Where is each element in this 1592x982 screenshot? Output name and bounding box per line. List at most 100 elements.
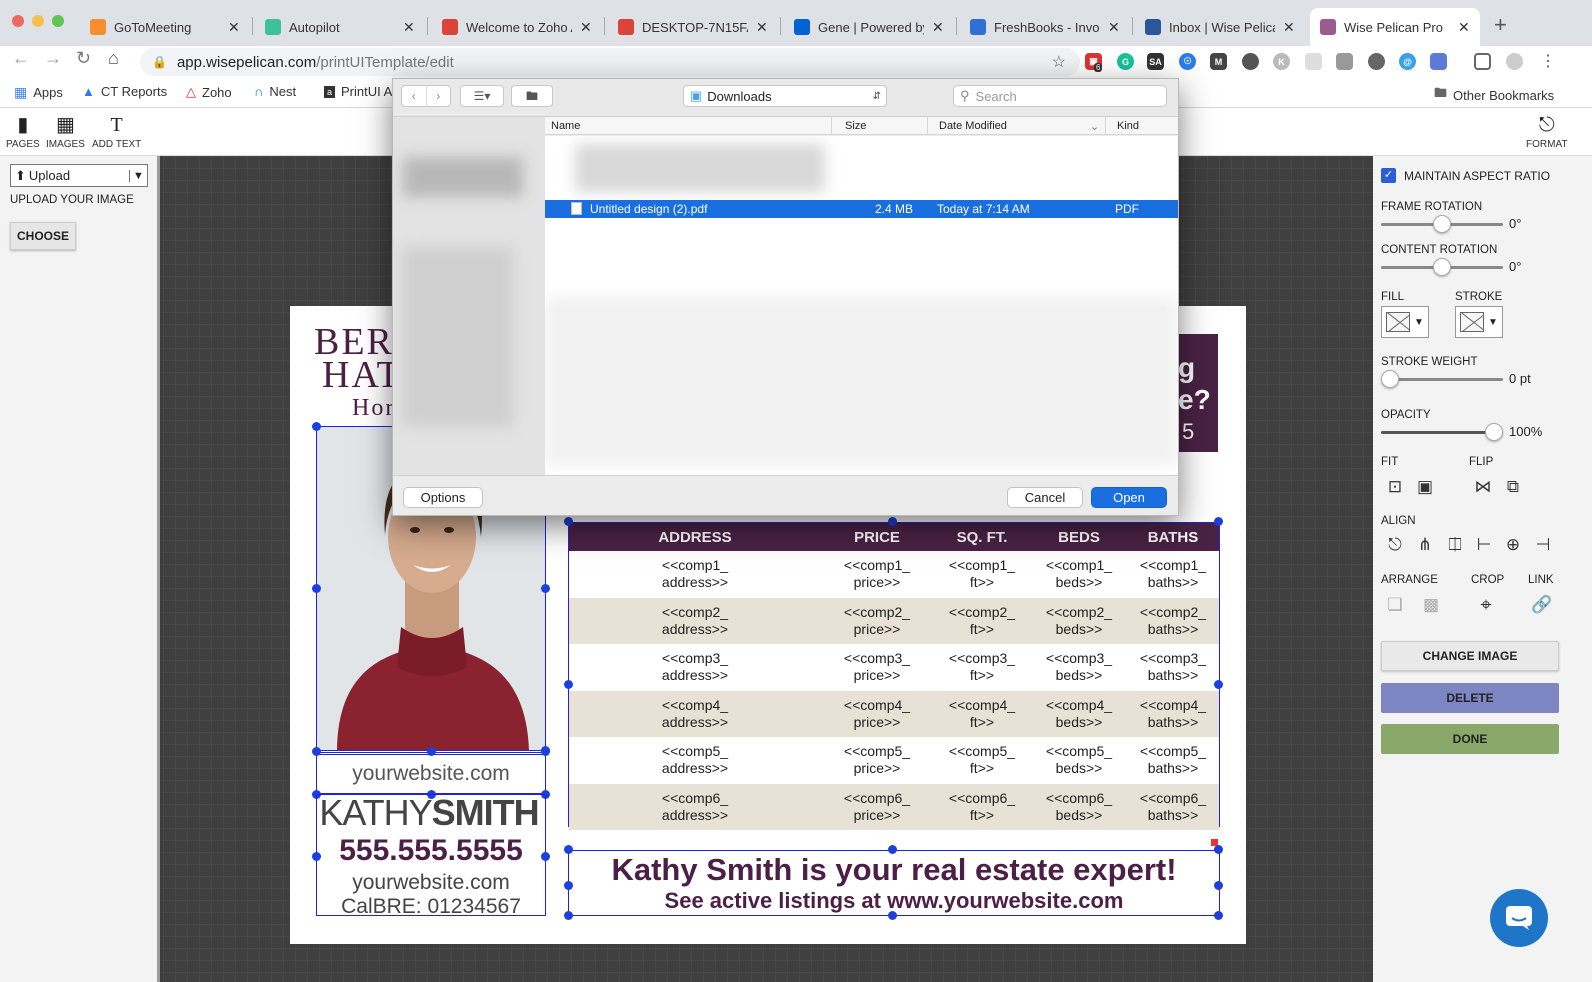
link-label: LINK: [1528, 574, 1554, 586]
tab-close-icon[interactable]: ✕: [932, 19, 944, 36]
flip-horizontal-icon[interactable]: ⋈: [1471, 475, 1495, 499]
tab-close-icon[interactable]: ✕: [580, 19, 592, 36]
k-extension-icon[interactable]: K: [1273, 53, 1290, 70]
align-middle-icon[interactable]: ⋔: [1413, 533, 1437, 557]
browser-menu-icon[interactable]: ⋮: [1540, 51, 1556, 71]
cast-icon[interactable]: [1474, 53, 1491, 70]
bookmark-apps[interactable]: ▦ Apps: [14, 84, 63, 101]
compass-icon[interactable]: ☉: [1179, 53, 1196, 70]
open-button[interactable]: Open: [1091, 487, 1167, 508]
send-backward-icon[interactable]: ❑: [1383, 593, 1407, 617]
bookmark-nest[interactable]: ∩ Nest: [254, 84, 296, 99]
options-button[interactable]: Options: [403, 487, 483, 508]
delete-button[interactable]: DELETE: [1381, 683, 1559, 713]
cancel-button[interactable]: Cancel: [1007, 487, 1083, 508]
minimize-window-button[interactable]: [32, 15, 44, 27]
choose-button[interactable]: CHOOSE: [10, 222, 76, 250]
bring-forward-icon[interactable]: ▩: [1419, 593, 1443, 617]
location-popup[interactable]: ▣ Downloads ⇵: [683, 85, 887, 107]
align-top-icon[interactable]: ⎋: [1383, 533, 1407, 557]
website-small-text[interactable]: yourwebsite.com: [316, 752, 546, 794]
back-button[interactable]: ←: [12, 48, 30, 69]
grammarly-icon[interactable]: G: [1117, 53, 1134, 70]
new-tab-button[interactable]: +: [1494, 12, 1507, 38]
file-list[interactable]: Untitled design (2).pdf 2.4 MB Today at …: [545, 136, 1178, 475]
fit-content-icon[interactable]: ⊡: [1383, 475, 1407, 499]
opacity-knob[interactable]: [1485, 423, 1503, 441]
pages-tool[interactable]: ▮ PAGES: [6, 114, 40, 150]
page-icon: ▮: [17, 114, 29, 136]
tab-close-icon[interactable]: ✕: [1458, 19, 1470, 36]
agent-contact-block[interactable]: KATHYSMITH 555.555.5555 yourwebsite.com …: [316, 794, 546, 918]
puzzle-extension-icon[interactable]: [1336, 53, 1353, 70]
selected-file-row[interactable]: Untitled design (2).pdf 2.4 MB Today at …: [545, 200, 1178, 230]
circle-extension-icon[interactable]: [1242, 53, 1259, 70]
browser-tab[interactable]: FreshBooks - Invoic ✕: [960, 8, 1130, 46]
bookmark-zoho[interactable]: △ Zoho: [186, 84, 232, 100]
ghost-extension-icon[interactable]: [1305, 53, 1322, 70]
forward-button[interactable]: →: [44, 48, 62, 69]
address-bar[interactable]: 🔒 app.wisepelican.com/printUITemplate/ed…: [140, 48, 1080, 76]
images-tool[interactable]: ▦ IMAGES: [46, 114, 85, 150]
column-size[interactable]: Size: [845, 120, 866, 132]
home-icon[interactable]: ⌂: [108, 48, 119, 69]
maintain-aspect-checkbox[interactable]: ✓: [1381, 168, 1396, 183]
align-left-icon[interactable]: ⊢: [1472, 533, 1496, 557]
browser-tab[interactable]: Autopilot ✕: [255, 8, 425, 46]
comps-table-frame[interactable]: ADDRESS PRICE SQ. FT. BEDS BATHS <<comp1_ ad…: [568, 522, 1220, 830]
browser-tab[interactable]: DESKTOP-7N15FAM ✕: [608, 8, 778, 46]
column-name[interactable]: Name: [551, 120, 580, 132]
headline-block[interactable]: Kathy Smith is your real estate expert! …: [568, 850, 1220, 916]
align-right-icon[interactable]: ⊣: [1531, 533, 1555, 557]
m-extension-icon[interactable]: M: [1210, 53, 1227, 70]
close-window-button[interactable]: [12, 15, 24, 27]
chat-launcher-button[interactable]: [1490, 889, 1548, 947]
fill-frame-icon[interactable]: ▣: [1413, 475, 1437, 499]
image-source-select[interactable]: ⬆ Upload ▼: [10, 164, 148, 187]
align-center-icon[interactable]: ⊕: [1501, 533, 1525, 557]
align-bottom-icon[interactable]: ⎅: [1443, 533, 1467, 557]
dialog-search-field[interactable]: ⚲ Search: [953, 85, 1167, 107]
browser-tab[interactable]: Gene | Powered by ✕: [784, 8, 954, 46]
bookmark-printui[interactable]: a PrintUI A: [324, 84, 392, 99]
at-extension-icon[interactable]: @: [1399, 53, 1416, 70]
forward-nav-icon[interactable]: ›: [427, 86, 451, 106]
flip-vertical-icon[interactable]: ⧉: [1501, 475, 1525, 499]
other-bookmarks[interactable]: 🖿 Other Bookmarks: [1434, 84, 1554, 106]
browser-tab[interactable]: Welcome to Zoho A ✕: [432, 8, 602, 46]
browser-tab[interactable]: GoToMeeting ✕: [80, 8, 250, 46]
fill-color-picker[interactable]: ▼: [1381, 306, 1429, 338]
tab-close-icon[interactable]: ✕: [1283, 19, 1295, 36]
profile-avatar[interactable]: [1506, 53, 1523, 70]
zoom-window-button[interactable]: [52, 15, 64, 27]
done-button[interactable]: DONE: [1381, 724, 1559, 754]
tab-close-icon[interactable]: ✕: [228, 19, 240, 36]
tab-close-icon[interactable]: ✕: [756, 19, 768, 36]
format-tool[interactable]: ⎋ FORMAT: [1526, 114, 1567, 150]
browser-tab[interactable]: Wise Pelican Pro ✕: [1310, 8, 1480, 46]
add-text-tool[interactable]: T ADD TEXT: [92, 114, 141, 150]
bookmark-star-icon[interactable]: ☆: [1052, 52, 1066, 72]
bookmark-ct-reports[interactable]: ▲ CT Reports: [82, 84, 167, 99]
sa-extension-icon[interactable]: SA: [1147, 53, 1164, 70]
frame-rotation-knob[interactable]: [1433, 215, 1451, 233]
column-date-modified[interactable]: Date Modified: [939, 120, 1007, 132]
stroke-weight-knob[interactable]: [1381, 370, 1399, 388]
view-mode-list-icon[interactable]: ☰▾: [460, 85, 504, 107]
content-rotation-knob[interactable]: [1433, 258, 1451, 276]
tab-close-icon[interactable]: ✕: [403, 19, 415, 36]
stroke-color-picker[interactable]: ▼: [1455, 306, 1503, 338]
new-folder-icon[interactable]: 🖿: [511, 85, 553, 107]
chat-extension-icon[interactable]: [1368, 53, 1385, 70]
change-image-button[interactable]: CHANGE IMAGE: [1381, 641, 1559, 671]
people-extension-icon[interactable]: [1430, 53, 1447, 70]
crop-icon[interactable]: ⌖: [1474, 593, 1498, 617]
column-kind[interactable]: Kind: [1117, 120, 1139, 132]
stroke-weight-slider[interactable]: [1381, 378, 1503, 381]
browser-tab[interactable]: Inbox | Wise Pelican ✕: [1135, 8, 1305, 46]
link-icon[interactable]: 🔗: [1530, 593, 1554, 617]
back-nav-icon[interactable]: ‹: [402, 86, 427, 106]
apps-grid-icon: ▦: [14, 84, 28, 100]
tab-close-icon[interactable]: ✕: [1108, 19, 1120, 36]
reload-icon[interactable]: ↻: [76, 48, 91, 69]
